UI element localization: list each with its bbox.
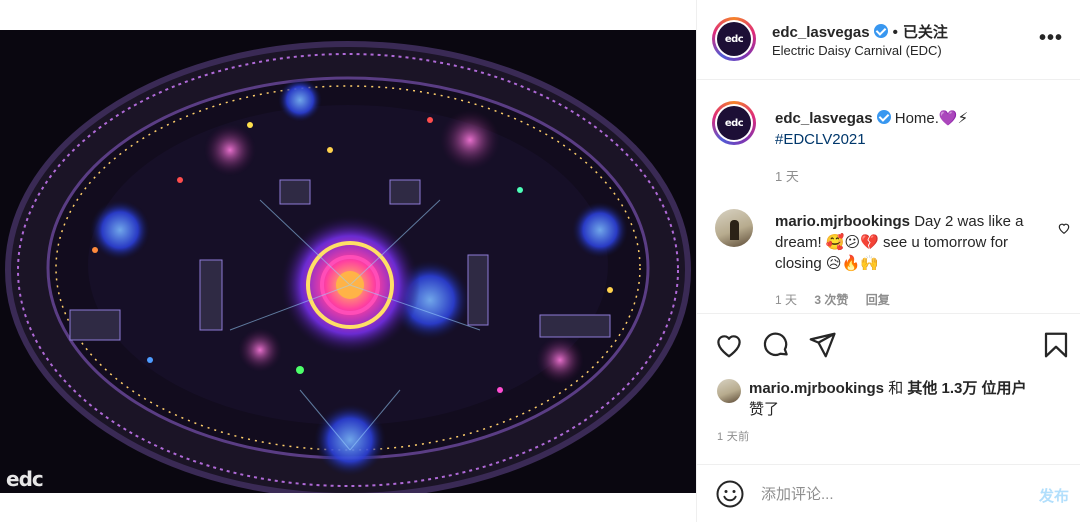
edc-watermark: edc [6,467,44,491]
bookmark-icon[interactable] [1041,330,1071,360]
share-icon[interactable] [807,330,837,360]
photo-pane: edc [0,0,696,522]
account-avatar[interactable]: edc [712,17,756,61]
caption-hashtag[interactable]: #EDCLV2021 [775,129,1065,150]
heart-icon[interactable] [714,330,744,360]
liker-username[interactable]: mario.mjrbookings [749,380,884,397]
caption-time: 1 天 [775,169,799,184]
comment-input[interactable] [761,481,1011,507]
post-comment-button[interactable]: 发布 [1039,485,1069,506]
festival-aerial-image [0,30,696,493]
avatar-logo-text: edc [717,106,751,140]
more-options-icon[interactable]: ••• [1039,28,1063,48]
account-username[interactable]: edc_lasvegas [772,24,870,41]
likes-suffix: 赞了 [749,401,780,418]
post-photo[interactable]: edc [0,30,696,493]
caption-body: Home.💜⚡ [894,110,969,127]
verified-badge-icon [873,24,888,38]
verified-badge-icon [876,110,891,124]
comment-reply-button[interactable]: 回复 [866,293,890,307]
add-comment-bar: 发布 [697,464,1080,522]
post-actions [697,313,1080,373]
follow-status-button[interactable]: 已关注 [903,24,948,41]
commenter-avatar[interactable] [715,209,753,247]
account-subtitle[interactable]: Electric Daisy Carnival (EDC) [772,43,942,58]
likes-others[interactable]: 其他 1.3万 位用户 [907,380,1026,397]
avatar-logo-text: edc [717,22,751,56]
likes-connector: 和 [884,380,908,397]
caption-username[interactable]: edc_lasvegas [775,110,873,127]
liker-avatar[interactable] [717,379,741,403]
account-name-line: edc_lasvegas • 已关注 [772,21,948,42]
caption-avatar[interactable]: edc [712,101,756,145]
post-side-panel: edc edc_lasvegas • 已关注 Electric Daisy Carn… [696,0,1080,522]
comment-meta: 1 天 3 次赞 回复 [775,291,904,308]
comment-username[interactable]: mario.mjrbookings [775,213,910,230]
post-timestamp[interactable]: 1 天前 [717,428,749,444]
comment-time: 1 天 [775,293,798,307]
emoji-icon[interactable] [715,479,745,509]
comment-likes[interactable]: 3 次赞 [814,293,848,307]
likes-text: mario.mjrbookings 和 其他 1.3万 位用户 赞了 [749,378,1069,420]
comment-like-heart-icon[interactable] [1057,221,1071,235]
comment-text: mario.mjrbookings Day 2 was like a dream… [775,211,1045,274]
dot-separator: • [892,24,898,41]
post-header: edc edc_lasvegas • 已关注 Electric Daisy Carn… [697,0,1080,80]
caption-text: edc_lasvegas Home.💜⚡ #EDCLV2021 [775,108,1065,150]
comment-icon[interactable] [761,330,791,360]
